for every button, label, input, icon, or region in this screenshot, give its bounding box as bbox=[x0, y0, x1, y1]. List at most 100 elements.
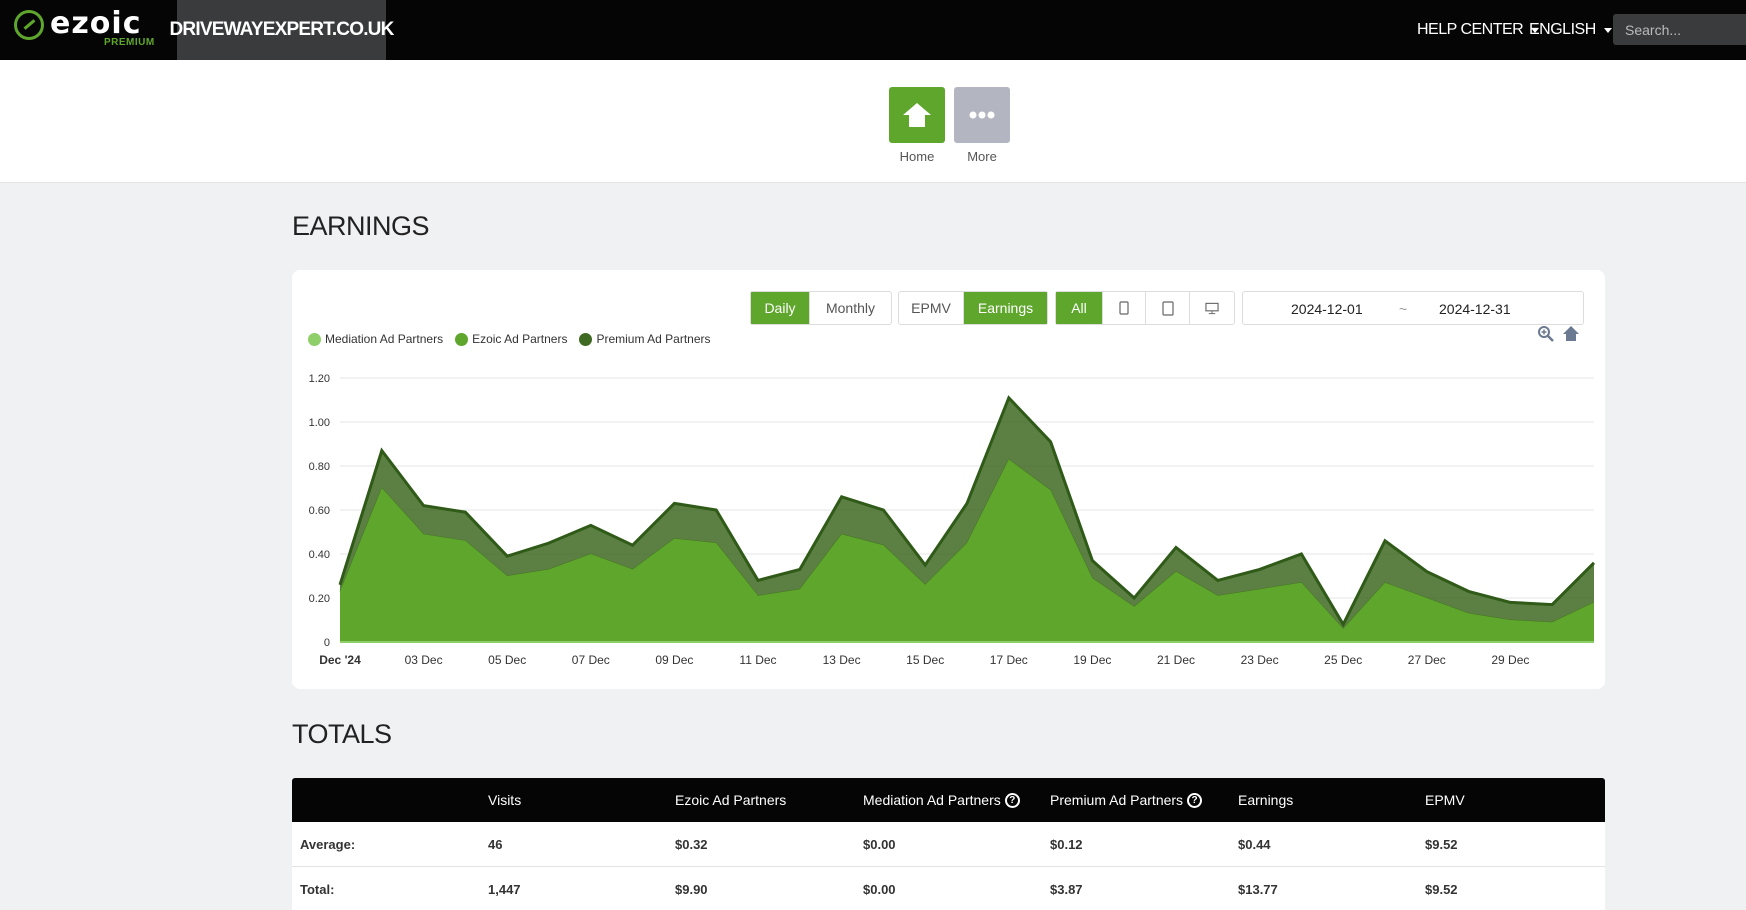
series-line-premium-ad-partners bbox=[338, 395, 1596, 628]
metric-epmv-button[interactable]: EPMV bbox=[899, 292, 964, 324]
column-header-ezoic: Ezoic Ad Partners bbox=[675, 792, 787, 808]
language-dropdown[interactable]: ENGLISH bbox=[1529, 0, 1612, 60]
date-range-picker[interactable]: 2024-12-01 ~ 2024-12-31 bbox=[1242, 291, 1584, 325]
column-header-visits: Visits bbox=[488, 792, 522, 808]
cell-mediation: $0.00 bbox=[863, 882, 896, 897]
x-tick-label: 09 Dec bbox=[655, 653, 693, 667]
x-tick-label: 25 Dec bbox=[1324, 653, 1362, 667]
x-tick-label: 17 Dec bbox=[990, 653, 1028, 667]
y-tick-label: 1.00 bbox=[309, 417, 330, 429]
home-link[interactable]: Home bbox=[889, 87, 945, 164]
help-center-label: HELP CENTER bbox=[1417, 21, 1524, 38]
y-tick-label: 0.40 bbox=[309, 549, 330, 561]
reset-zoom-home-icon[interactable] bbox=[1562, 325, 1580, 343]
earnings-heading: EARNINGS bbox=[292, 211, 430, 241]
date-separator: ~ bbox=[1399, 301, 1408, 317]
cell-visits: 1,447 bbox=[488, 882, 521, 897]
date-start[interactable]: 2024-12-01 bbox=[1291, 301, 1363, 317]
column-header-mediation: Mediation Ad Partners? bbox=[863, 792, 1020, 808]
device-all-button[interactable]: All bbox=[1056, 292, 1103, 324]
period-monthly-button[interactable]: Monthly bbox=[810, 292, 891, 324]
cell-earnings: $13.77 bbox=[1238, 882, 1278, 897]
device-mobile-button[interactable] bbox=[1103, 292, 1146, 324]
legend-item-premium[interactable]: Premium Ad Partners bbox=[579, 332, 711, 346]
ellipsis-icon bbox=[969, 111, 995, 119]
more-tile[interactable] bbox=[954, 87, 1010, 143]
series-line-ezoic-ad-partners bbox=[339, 458, 1595, 630]
metric-toggle: EPMV Earnings bbox=[898, 291, 1048, 325]
period-daily-button[interactable]: Daily bbox=[751, 292, 810, 324]
chevron-down-icon bbox=[1603, 27, 1612, 33]
legend-label: Premium Ad Partners bbox=[596, 332, 711, 346]
cell-premium: $3.87 bbox=[1050, 882, 1083, 897]
date-end[interactable]: 2024-12-31 bbox=[1439, 301, 1511, 317]
cell-mediation: $0.00 bbox=[863, 837, 896, 852]
site-selector[interactable]: DRIVEWAYEXPERT.CO.UK bbox=[170, 0, 394, 60]
period-toggle: Daily Monthly bbox=[750, 291, 892, 325]
x-tick-label: 03 Dec bbox=[405, 653, 443, 667]
desktop-icon bbox=[1205, 302, 1219, 314]
home-tile[interactable] bbox=[889, 87, 945, 143]
x-tick-label: 13 Dec bbox=[823, 653, 861, 667]
metric-earnings-button[interactable]: Earnings bbox=[964, 292, 1047, 324]
y-tick-label: 0 bbox=[324, 637, 330, 649]
device-toggle: All bbox=[1055, 291, 1235, 325]
totals-table: Visits Ezoic Ad Partners Mediation Ad Pa… bbox=[292, 778, 1605, 910]
series-area-ezoic-ad-partners bbox=[340, 459, 1594, 642]
legend-item-ezoic[interactable]: Ezoic Ad Partners bbox=[455, 332, 567, 346]
legend-label: Mediation Ad Partners bbox=[325, 332, 444, 346]
legend-dot bbox=[455, 332, 469, 346]
totals-heading: TOTALS bbox=[292, 719, 392, 749]
ezoic-logo-icon bbox=[14, 10, 44, 40]
help-question-icon[interactable]: ? bbox=[1004, 792, 1020, 808]
mobile-icon bbox=[1119, 301, 1129, 315]
x-tick-label: 29 Dec bbox=[1491, 653, 1529, 667]
chart-legend: Mediation Ad Partners Ezoic Ad Partners … bbox=[308, 332, 723, 346]
x-tick-label: 23 Dec bbox=[1241, 653, 1279, 667]
more-label: More bbox=[967, 149, 997, 164]
house-icon bbox=[903, 103, 931, 127]
x-tick-label: 27 Dec bbox=[1408, 653, 1446, 667]
search-input[interactable] bbox=[1613, 14, 1746, 45]
logo-text: ezoic bbox=[50, 6, 142, 41]
zoom-in-icon[interactable] bbox=[1537, 325, 1555, 343]
more-link[interactable]: More bbox=[954, 87, 1010, 164]
column-header-premium: Premium Ad Partners? bbox=[1050, 792, 1203, 808]
x-tick-label: 21 Dec bbox=[1157, 653, 1195, 667]
device-tablet-button[interactable] bbox=[1146, 292, 1190, 324]
earnings-card: Daily Monthly EPMV Earnings All 2024-12-… bbox=[292, 270, 1605, 689]
cell-premium: $0.12 bbox=[1050, 837, 1083, 852]
x-tick-label: 05 Dec bbox=[488, 653, 526, 667]
y-tick-label: 0.60 bbox=[309, 505, 330, 517]
x-tick-label: 15 Dec bbox=[906, 653, 944, 667]
cell-earnings: $0.44 bbox=[1238, 837, 1271, 852]
y-tick-label: 0.20 bbox=[309, 593, 330, 605]
row-label: Average: bbox=[300, 837, 356, 852]
top-navbar: ezoic PREMIUM DRIVEWAYEXPERT.CO.UK HELP … bbox=[0, 0, 1746, 60]
y-tick-label: 1.20 bbox=[309, 373, 330, 385]
x-tick-label: 11 Dec bbox=[739, 653, 776, 667]
row-label: Total: bbox=[300, 882, 335, 897]
x-tick-label: 19 Dec bbox=[1073, 653, 1111, 667]
device-desktop-button[interactable] bbox=[1190, 292, 1234, 324]
series-area-premium-ad-partners bbox=[340, 397, 1594, 629]
help-question-icon[interactable]: ? bbox=[1187, 792, 1203, 808]
legend-dot bbox=[308, 332, 321, 346]
y-tick-label: 0.80 bbox=[309, 461, 330, 473]
table-row: Total: 1,447 $9.90 $0.00 $3.87 $13.77 $9… bbox=[292, 867, 1605, 910]
x-tick-label: Dec '24 bbox=[319, 653, 361, 667]
cell-ezoic: $0.32 bbox=[675, 837, 708, 852]
tablet-icon bbox=[1161, 300, 1174, 316]
column-header-epmv: EPMV bbox=[1425, 792, 1465, 808]
help-center-dropdown[interactable]: HELP CENTER bbox=[1417, 0, 1540, 60]
cell-epmv: $9.52 bbox=[1425, 882, 1458, 897]
language-label: ENGLISH bbox=[1529, 21, 1596, 38]
cell-ezoic: $9.90 bbox=[675, 882, 708, 897]
ezoic-logo[interactable]: ezoic PREMIUM bbox=[12, 6, 162, 52]
logo-premium-label: PREMIUM bbox=[104, 37, 155, 48]
legend-item-mediation[interactable]: Mediation Ad Partners bbox=[308, 332, 443, 346]
legend-label: Ezoic Ad Partners bbox=[472, 332, 568, 346]
home-label: Home bbox=[899, 149, 935, 164]
cell-visits: 46 bbox=[488, 837, 503, 852]
column-header-earnings: Earnings bbox=[1238, 792, 1294, 808]
